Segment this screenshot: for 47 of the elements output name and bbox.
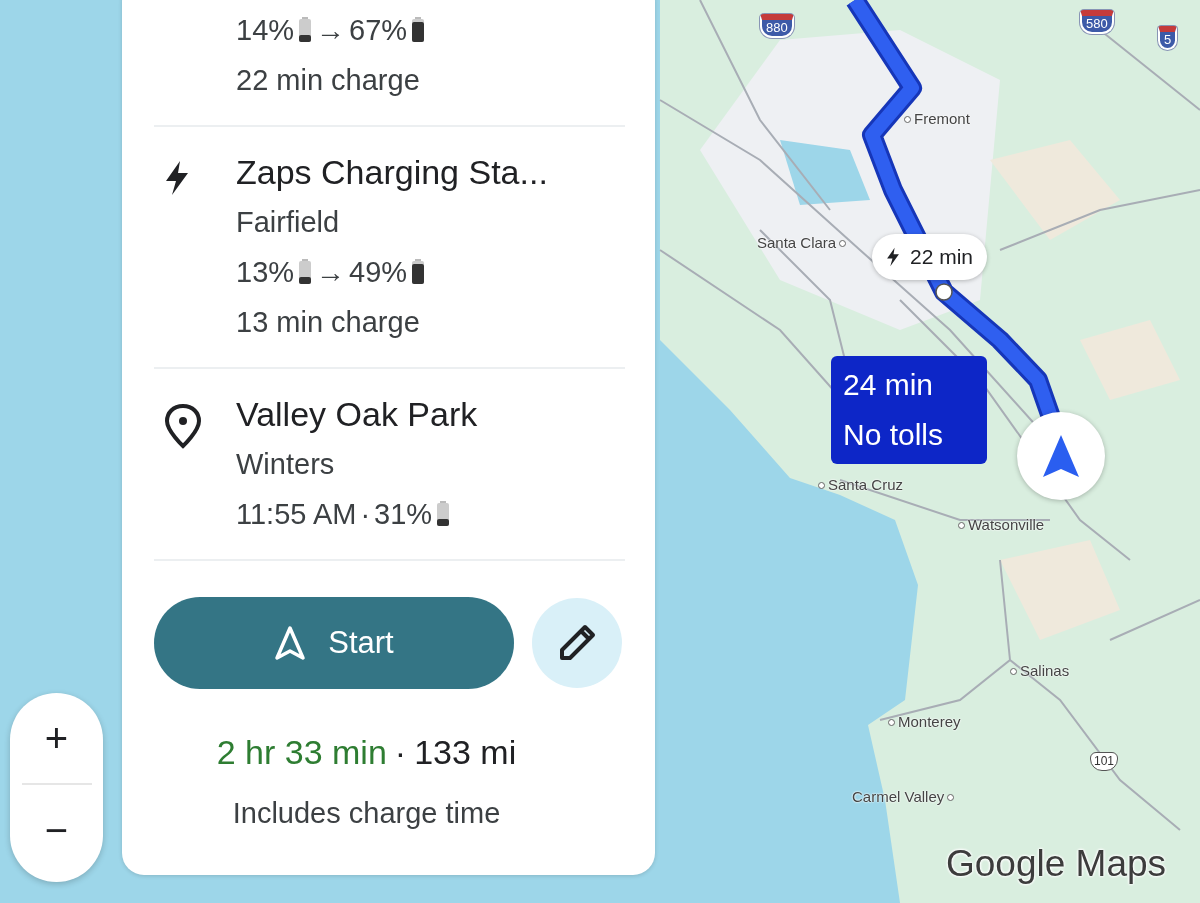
battery-to: 49% (349, 255, 408, 290)
charging-stop-callout[interactable]: 22 min (872, 234, 988, 280)
map-place-label: Carmel Valley (852, 786, 955, 809)
map-place-label: Watsonville (958, 514, 1045, 537)
map-place-label: Salinas (1010, 660, 1070, 683)
trip-duration: 2 hr 33 min (216, 732, 387, 773)
stop-name: Zaps Charging Sta... (236, 152, 548, 193)
stop-place: Fairfield (236, 205, 341, 240)
battery-to: 67% (349, 13, 408, 48)
navigation-arrow-icon (274, 625, 307, 661)
trip-distance: 133 mi (414, 732, 517, 773)
route-callout[interactable]: 24 min No tolls (831, 356, 987, 464)
battery-icon (298, 259, 313, 285)
battery-from: 13% (236, 255, 295, 290)
stop-name: Valley Oak Park (236, 394, 478, 435)
map-place-label: Santa Clara (757, 232, 847, 255)
callout-text: 22 min (910, 244, 974, 271)
start-button[interactable]: Start (154, 597, 514, 689)
arrival-battery: 31% (374, 497, 433, 532)
map-place-label: Fremont (904, 108, 970, 131)
map-logo: Google Maps (946, 842, 1167, 886)
battery-icon (411, 17, 426, 43)
map-place-label: Monterey (888, 711, 961, 734)
arrival-time: 11:55 AM (236, 497, 357, 532)
battery-icon (411, 259, 426, 285)
lightning-bolt-icon (886, 246, 900, 268)
highway-shield: 880 (760, 14, 794, 38)
pencil-icon (557, 623, 597, 663)
navigation-arrow-icon (1041, 433, 1081, 479)
stop-place: Winters (236, 447, 336, 482)
map-place-label: Santa Cruz (818, 474, 904, 497)
zoom-out-button[interactable]: − (16, 785, 97, 875)
zoom-in-button[interactable]: + (16, 693, 97, 783)
separator: · (394, 732, 407, 773)
lightning-bolt-icon (164, 161, 190, 195)
highway-shield: 5 (1158, 26, 1178, 50)
battery-icon (298, 17, 313, 43)
charge-duration: 13 min charge (236, 305, 421, 340)
highway-shield: 580 (1080, 10, 1114, 34)
arrow-text: → (316, 13, 346, 48)
arrow-text: → (316, 255, 346, 290)
charge-duration: 22 min charge (236, 63, 421, 98)
map-pin-icon (164, 403, 202, 449)
charge-note: Includes charge time (232, 796, 501, 831)
battery-icon (436, 501, 451, 527)
battery-from: 14% (236, 13, 295, 48)
separator: · (360, 497, 371, 532)
